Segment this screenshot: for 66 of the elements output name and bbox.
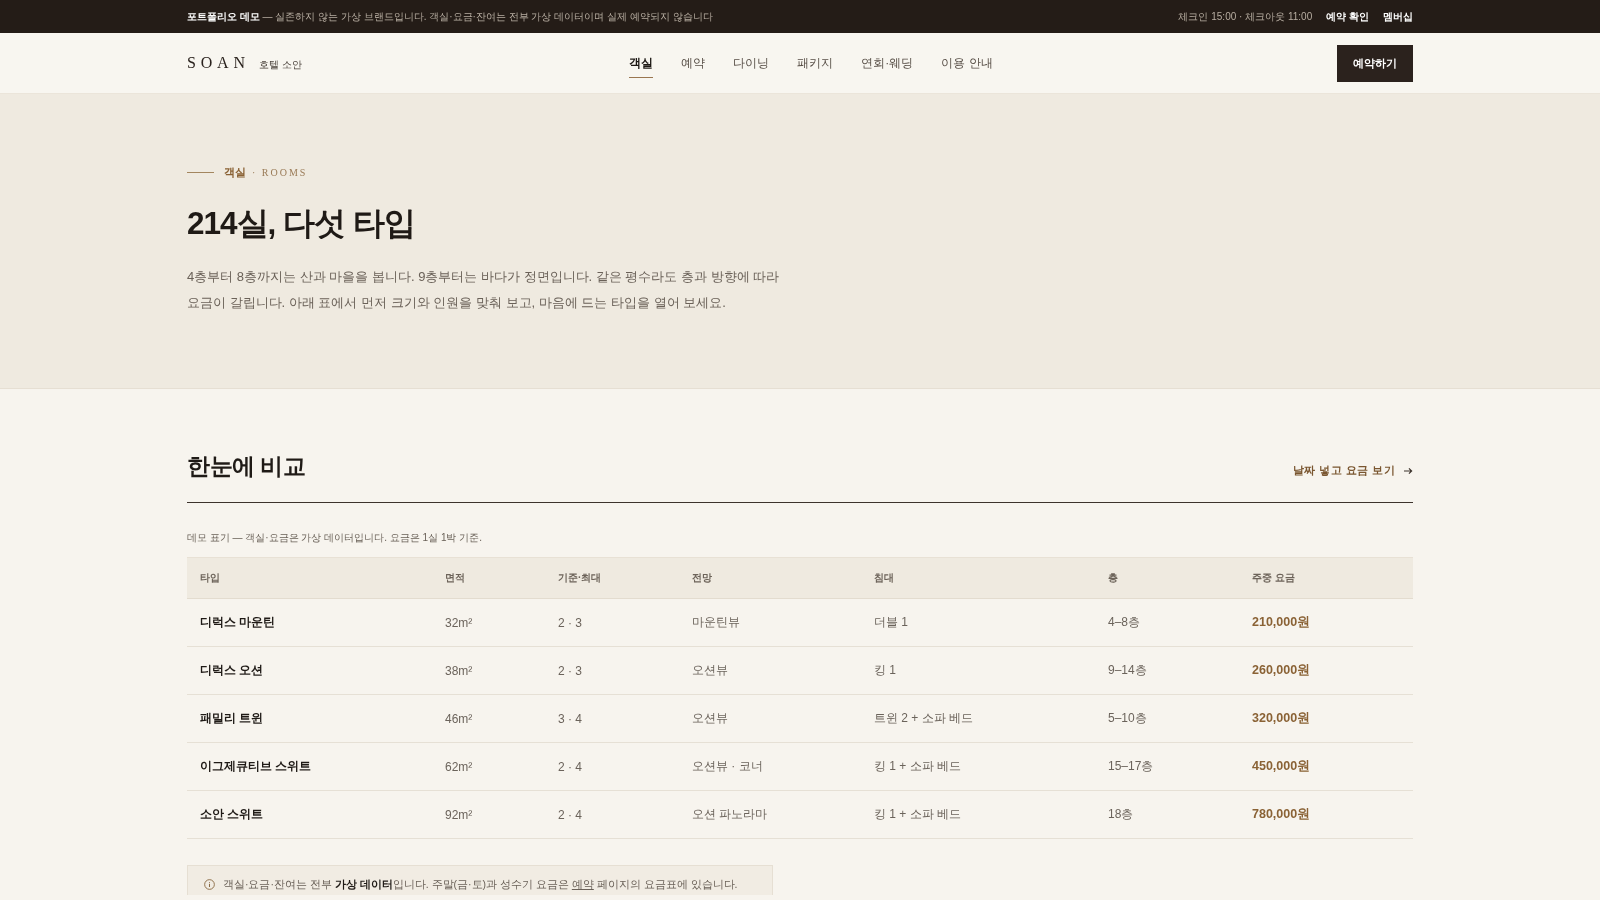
eyebrow-english: · ROOMS bbox=[252, 166, 308, 178]
logo-text[interactable]: SOAN bbox=[187, 54, 250, 72]
column-header: 주중 요금 bbox=[1239, 557, 1413, 599]
table-cell: 38m² bbox=[432, 646, 545, 695]
table-cell: 오션 파노라마 bbox=[679, 790, 861, 839]
nav-tab[interactable]: 연회·웨딩 bbox=[861, 48, 914, 78]
nav-tab[interactable]: 다이닝 bbox=[733, 48, 770, 78]
column-header: 전망 bbox=[679, 557, 861, 599]
price-cell: 780,000원 bbox=[1239, 790, 1413, 839]
table-cell: 15–17층 bbox=[1095, 742, 1239, 791]
table-cell: 32m² bbox=[432, 598, 545, 647]
notice-text: 객실·요금·잔여는 전부 가상 데이터입니다. 주말(금·토)과 성수기 요금은 예약 페이지의 요금표에 있습니다. bbox=[223, 877, 738, 892]
column-header: 층 bbox=[1095, 557, 1239, 599]
table-cell: 18층 bbox=[1095, 790, 1239, 839]
arrow-right-icon bbox=[1404, 466, 1413, 475]
table-cell: 5–10층 bbox=[1095, 694, 1239, 743]
table-cell: 킹 1 + 소파 베드 bbox=[861, 742, 1095, 791]
section-title: 한눈에 비교 bbox=[187, 453, 306, 481]
table-cell: 더블 1 bbox=[861, 598, 1095, 647]
demo-notice-text: 포트폴리오 데모 — 실존하지 않는 가상 브랜드입니다. 객실·요금·잔여는 전부 가상 데이터이며 실제 예약되지 않습니다 bbox=[187, 9, 713, 24]
price-cell: 320,000원 bbox=[1239, 694, 1413, 743]
room-type-cell: 디럭스 마운틴 bbox=[187, 598, 432, 647]
room-type-cell: 이그제큐티브 스위트 bbox=[187, 742, 432, 791]
top-link[interactable]: 멤버십 bbox=[1383, 9, 1413, 24]
table-cell: 4–8층 bbox=[1095, 598, 1239, 647]
table-cell: 46m² bbox=[432, 694, 545, 743]
info-icon bbox=[204, 878, 215, 890]
table-cell: 킹 1 + 소파 베드 bbox=[861, 790, 1095, 839]
room-type-cell: 소안 스위트 bbox=[187, 790, 432, 839]
table-cell: 킹 1 bbox=[861, 646, 1095, 695]
table-cell: 오션뷰 bbox=[679, 694, 861, 743]
table-cell: 마운틴뷰 bbox=[679, 598, 861, 647]
table-cell: 트윈 2 + 소파 베드 bbox=[861, 694, 1095, 743]
column-header: 침대 bbox=[861, 557, 1095, 599]
table-cell: 오션뷰 · 코너 bbox=[679, 742, 861, 791]
price-cell: 260,000원 bbox=[1239, 646, 1413, 695]
page-title: 214실, 다섯 타입 bbox=[187, 204, 415, 243]
nav-tab[interactable]: 이용 안내 bbox=[941, 48, 993, 78]
column-header: 면적 bbox=[432, 557, 545, 599]
logo-subtitle: 호텔 소안 bbox=[258, 58, 302, 72]
reservation-link[interactable]: 예약 bbox=[571, 878, 594, 890]
eyebrow-label: 객실 bbox=[224, 164, 246, 180]
column-header: 기준·최대 bbox=[545, 557, 679, 599]
table-cell: 2 · 3 bbox=[545, 598, 679, 647]
nav-tab[interactable]: 패키지 bbox=[797, 48, 834, 78]
table-caption: 데모 표기 — 객실·요금은 가상 데이터입니다. 요금은 1실 1박 기준. bbox=[187, 531, 482, 545]
table-cell: 2 · 4 bbox=[545, 790, 679, 839]
column-header: 타입 bbox=[187, 557, 432, 599]
checkin-hours-text: 체크인 15:00 · 체크아웃 11:00 bbox=[1178, 9, 1313, 24]
table-cell: 2 · 3 bbox=[545, 646, 679, 695]
table-cell: 62m² bbox=[432, 742, 545, 791]
top-link[interactable]: 예약 확인 bbox=[1326, 9, 1369, 24]
book-button[interactable]: 예약하기 bbox=[1337, 44, 1413, 82]
table-cell: 오션뷰 bbox=[679, 646, 861, 695]
table-cell: 9–14층 bbox=[1095, 646, 1239, 695]
table-cell: 2 · 4 bbox=[545, 742, 679, 791]
price-cell: 450,000원 bbox=[1239, 742, 1413, 791]
table-cell: 92m² bbox=[432, 790, 545, 839]
nav-tab[interactable]: 예약 bbox=[681, 48, 706, 78]
price-cell: 210,000원 bbox=[1239, 598, 1413, 647]
nav-tab[interactable]: 객실 bbox=[629, 48, 654, 78]
table-cell: 3 · 4 bbox=[545, 694, 679, 743]
room-type-cell: 패밀리 트윈 bbox=[187, 694, 432, 743]
room-type-cell: 디럭스 오션 bbox=[187, 646, 432, 695]
rates-link[interactable]: 날짜 넣고 요금 보기 bbox=[1293, 463, 1413, 483]
intro-paragraph: 4층부터 8층까지는 산과 마을을 봅니다. 9층부터는 바다가 정면입니다. 같은 평수라도 층과 방향에 따라 요금이 갈립니다. 아래 표에서 먼저 크기와 인원을 맞춰 보고, 마음에 드는 타입을 열어 보세요. bbox=[187, 268, 781, 312]
